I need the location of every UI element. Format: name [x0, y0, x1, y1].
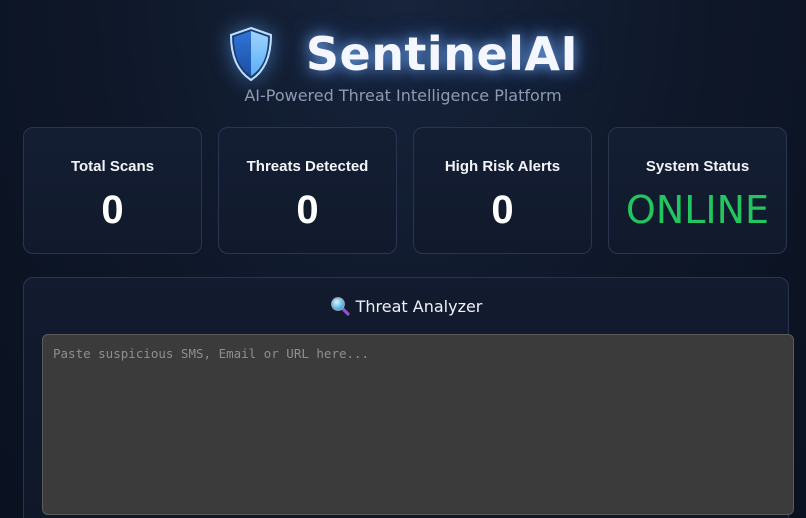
- app-subtitle: AI-Powered Threat Intelligence Platform: [244, 86, 562, 105]
- threat-input[interactable]: [42, 334, 794, 515]
- stat-value: 0: [491, 188, 514, 232]
- stat-label: High Risk Alerts: [444, 158, 561, 175]
- stat-label: System Status: [645, 158, 750, 175]
- stat-card-high-risk-alerts: High Risk Alerts 0: [413, 127, 592, 254]
- status-badge: ONLINE: [625, 188, 770, 232]
- stat-card-total-scans: Total Scans 0: [23, 127, 202, 254]
- analyzer-title: Threat Analyzer: [355, 296, 483, 316]
- app-title: SentinelAI: [305, 27, 579, 81]
- stat-label: Total Scans: [70, 158, 155, 175]
- analyzer-header: Threat Analyzer: [24, 296, 788, 316]
- stat-card-system-status: System Status ONLINE: [608, 127, 787, 254]
- stat-value: 0: [296, 188, 319, 232]
- threat-analyzer-panel: Threat Analyzer: [23, 277, 794, 518]
- shield-icon: [229, 26, 272, 82]
- brand: SentinelAI: [0, 24, 806, 84]
- stat-value: 0: [101, 188, 124, 232]
- magnifier-icon: [330, 297, 350, 316]
- stat-label: Threats Detected: [246, 158, 369, 175]
- stat-card-threats-detected: Threats Detected 0: [218, 127, 397, 254]
- header: SentinelAI AI-Powered Threat Intelligenc…: [0, 18, 806, 128]
- stats-row: Total Scans 0 Threats Detected 0 High Ri…: [23, 127, 794, 255]
